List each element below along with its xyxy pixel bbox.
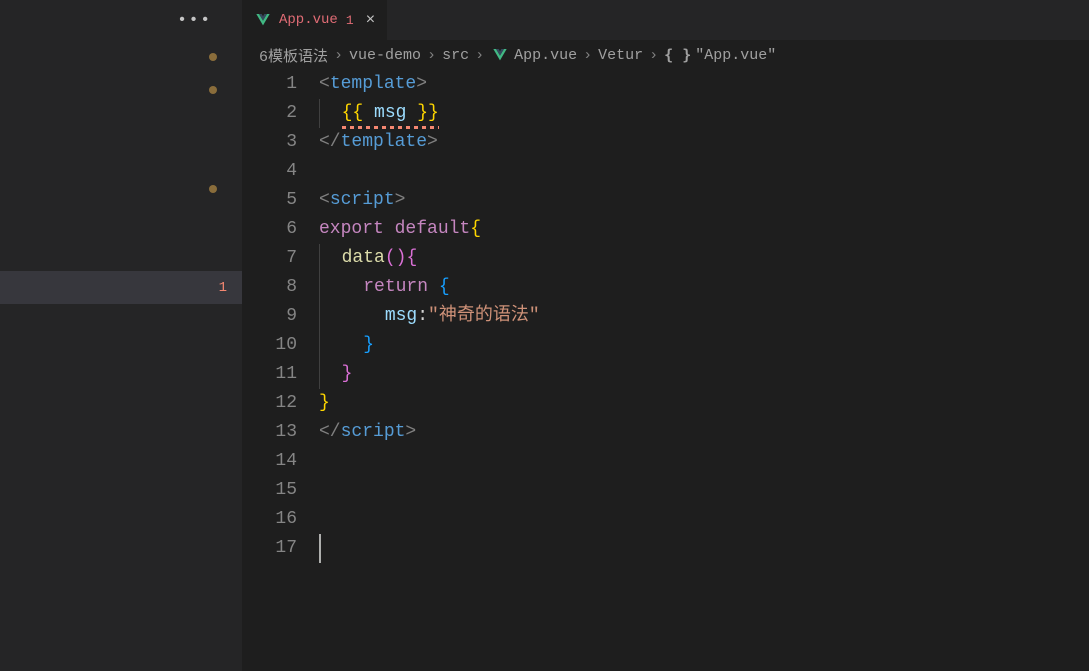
explorer-sidebar: ••• 1 — [0, 0, 243, 671]
sidebar-item[interactable] — [0, 40, 242, 73]
line-number: 4 — [243, 157, 297, 186]
sidebar-item[interactable] — [0, 73, 242, 106]
error-underline: {{ msg }} — [342, 99, 439, 128]
code-line[interactable] — [319, 505, 1089, 534]
code-line[interactable]: } — [319, 360, 1089, 389]
code-line[interactable]: <script> — [319, 186, 1089, 215]
code-line[interactable]: </script> — [319, 418, 1089, 447]
line-number: 5 — [243, 186, 297, 215]
breadcrumb[interactable]: 6模板语法 › vue-demo › src › App.vue › Vetur… — [243, 40, 1089, 70]
breadcrumb-item[interactable]: Vetur — [598, 47, 643, 64]
close-icon[interactable]: × — [362, 11, 376, 29]
line-number: 16 — [243, 505, 297, 534]
breadcrumb-item[interactable]: "App.vue" — [695, 47, 776, 64]
sidebar-item[interactable] — [0, 172, 242, 205]
code-content[interactable]: <template> {{ msg }}</template> <script>e… — [319, 70, 1089, 671]
code-line[interactable]: </template> — [319, 128, 1089, 157]
sidebar-header: ••• — [0, 0, 242, 40]
line-number: 7 — [243, 244, 297, 273]
code-line[interactable]: <template> — [319, 70, 1089, 99]
braces-icon: { } — [664, 46, 691, 64]
code-editor[interactable]: 1234567891011121314151617 <template> {{ … — [243, 70, 1089, 671]
vue-file-icon — [492, 47, 508, 63]
code-line[interactable]: export default{ — [319, 215, 1089, 244]
modified-dot-icon — [209, 86, 217, 94]
modified-dot-icon — [209, 53, 217, 61]
problem-badge: 1 — [219, 280, 227, 296]
main-area: App.vue 1 × 6模板语法 › vue-demo › src › App… — [243, 0, 1089, 671]
tab-bar: App.vue 1 × — [243, 0, 1089, 40]
chevron-icon: › — [649, 47, 658, 64]
line-number: 13 — [243, 418, 297, 447]
line-gutter: 1234567891011121314151617 — [243, 70, 319, 671]
breadcrumb-item[interactable]: App.vue — [514, 47, 577, 64]
chevron-icon: › — [334, 47, 343, 64]
line-number: 8 — [243, 273, 297, 302]
line-number: 6 — [243, 215, 297, 244]
breadcrumb-item[interactable]: 6模板语法 — [259, 45, 328, 66]
line-number: 10 — [243, 331, 297, 360]
chevron-icon: › — [475, 47, 484, 64]
line-number: 9 — [243, 302, 297, 331]
chevron-icon: › — [427, 47, 436, 64]
code-line[interactable]: msg:"神奇的语法" — [319, 302, 1089, 331]
code-line[interactable] — [319, 157, 1089, 186]
chevron-icon: › — [583, 47, 592, 64]
modified-dot-icon — [209, 185, 217, 193]
code-line[interactable] — [319, 447, 1089, 476]
sidebar-items: 1 — [0, 40, 242, 304]
code-line[interactable]: {{ msg }} — [319, 99, 1089, 128]
line-number: 12 — [243, 389, 297, 418]
sidebar-item-active[interactable]: 1 — [0, 271, 242, 304]
tab-problem-count: 1 — [346, 13, 354, 28]
line-number: 14 — [243, 447, 297, 476]
code-line[interactable] — [319, 534, 1089, 563]
breadcrumb-item[interactable]: vue-demo — [349, 47, 421, 64]
tab-app-vue[interactable]: App.vue 1 × — [243, 0, 387, 40]
code-line[interactable]: } — [319, 331, 1089, 360]
code-line[interactable]: return { — [319, 273, 1089, 302]
code-line[interactable]: data(){ — [319, 244, 1089, 273]
tab-filename: App.vue — [279, 12, 338, 28]
line-number: 1 — [243, 70, 297, 99]
line-number: 2 — [243, 99, 297, 128]
line-number: 3 — [243, 128, 297, 157]
more-icon[interactable]: ••• — [177, 11, 212, 29]
line-number: 15 — [243, 476, 297, 505]
line-number: 11 — [243, 360, 297, 389]
breadcrumb-item[interactable]: src — [442, 47, 469, 64]
vue-file-icon — [255, 12, 271, 28]
line-number: 17 — [243, 534, 297, 563]
code-line[interactable] — [319, 476, 1089, 505]
code-line[interactable]: } — [319, 389, 1089, 418]
